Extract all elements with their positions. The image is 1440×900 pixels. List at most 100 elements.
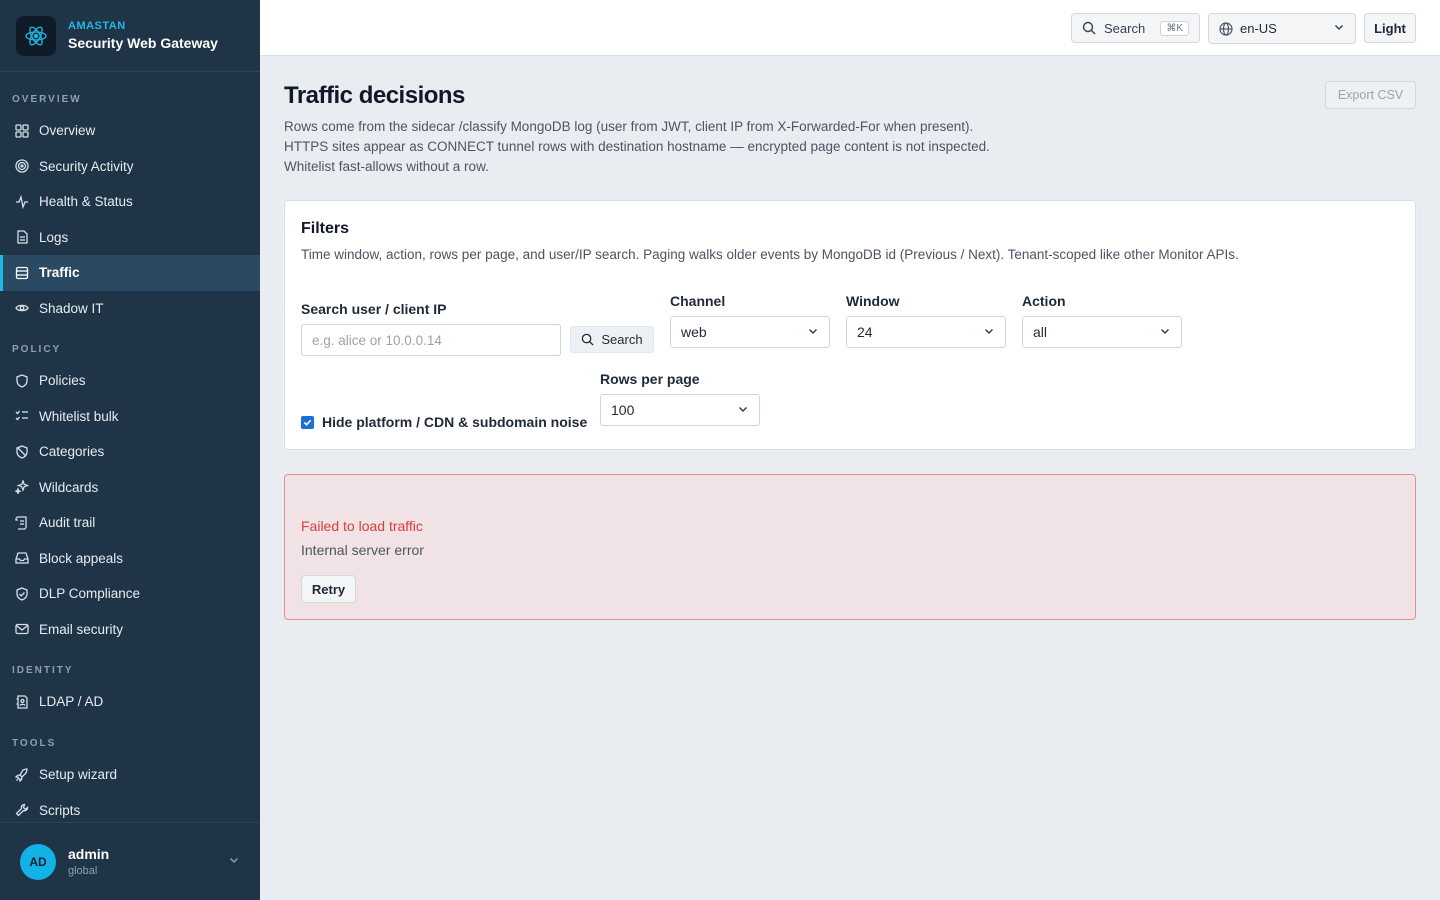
sidebar-item-label: Scripts — [39, 802, 81, 818]
nav-section-tools: TOOLS — [12, 738, 57, 749]
window-label: Window — [846, 293, 900, 309]
search-button-label: Search — [601, 332, 643, 347]
error-panel: Failed to load traffic Internal server e… — [284, 474, 1416, 620]
avatar: AD — [20, 843, 56, 880]
search-icon — [581, 333, 594, 346]
main-content: Traffic decisions Export CSV Rows come f… — [260, 56, 1440, 900]
sidebar-item-policies[interactable]: Policies — [0, 363, 260, 399]
user-name: admin — [68, 846, 110, 862]
sidebar-item-label: Logs — [39, 229, 69, 245]
search-user-label: Search user / client IP — [301, 301, 447, 317]
filters-card: Filters Time window, action, rows per pa… — [284, 200, 1416, 450]
window-value: 24 — [857, 324, 873, 340]
sidebar-item-label: LDAP / AD — [39, 694, 104, 710]
chevron-down-icon — [228, 853, 240, 871]
address-book-icon — [14, 694, 30, 710]
chevron-down-icon — [807, 324, 819, 340]
sidebar-item-label: DLP Compliance — [39, 586, 141, 602]
theme-toggle-button[interactable]: Light — [1364, 13, 1416, 43]
eye-icon — [14, 300, 30, 316]
sidebar-item-label: Categories — [39, 444, 105, 460]
sparkle-icon — [14, 479, 30, 495]
document-icon — [14, 229, 30, 245]
search-button[interactable]: Search — [570, 326, 654, 353]
sidebar-item-health-status[interactable]: Health & Status — [0, 184, 260, 220]
locale-select[interactable]: en-US — [1208, 13, 1356, 44]
search-shortcut: ⌘K — [1160, 20, 1189, 36]
brand-product: Security Web Gateway — [68, 35, 218, 51]
sidebar-item-overview[interactable]: Overview — [0, 113, 260, 149]
sidebar-item-label: Security Activity — [39, 158, 134, 174]
shield-icon — [14, 373, 30, 389]
sidebar-item-label: Policies — [39, 373, 86, 389]
nav-section-overview: OVERVIEW — [12, 94, 82, 105]
chevron-down-icon — [1333, 21, 1345, 36]
chevron-down-icon — [737, 402, 749, 418]
export-csv-button[interactable]: Export CSV — [1325, 81, 1416, 109]
sidebar-item-shadow-it[interactable]: Shadow IT — [0, 291, 260, 327]
sidebar-item-logs[interactable]: Logs — [0, 220, 260, 256]
channel-select[interactable]: web — [670, 316, 830, 348]
page-description-line: Whitelist fast-allows without a row. — [284, 159, 489, 174]
hide-noise-checkbox[interactable] — [301, 415, 314, 429]
sidebar-item-dlp-compliance[interactable]: DLP Compliance — [0, 576, 260, 612]
action-select[interactable]: all — [1022, 316, 1182, 348]
sidebar-item-label: Wildcards — [39, 479, 99, 495]
filters-description: Time window, action, rows per page, and … — [301, 247, 1239, 262]
sidebar-item-categories[interactable]: Categories — [0, 434, 260, 470]
sidebar-item-block-appeals[interactable]: Block appeals — [0, 541, 260, 577]
brand[interactable]: AMASTAN Security Web Gateway — [0, 0, 260, 72]
topbar: Search ⌘K en-US Light — [260, 0, 1440, 56]
channel-label: Channel — [670, 293, 726, 309]
global-search-button[interactable]: Search ⌘K — [1071, 13, 1200, 43]
sidebar-item-label: Block appeals — [39, 550, 124, 566]
sidebar-item-label: Audit trail — [39, 515, 96, 531]
wrench-icon — [14, 802, 30, 818]
globe-icon — [1219, 21, 1233, 36]
shield-check-icon — [14, 586, 30, 602]
hide-noise-label: Hide platform / CDN & subdomain noise — [322, 414, 588, 430]
user-menu[interactable]: AD admin global — [0, 822, 260, 900]
sidebar-item-label: Traffic — [39, 265, 80, 281]
grid-icon — [14, 123, 30, 139]
sidebar-item-label: Setup wizard — [39, 767, 118, 783]
search-user-input[interactable]: e.g. alice or 10.0.0.14 — [301, 324, 561, 356]
sidebar-item-label: Health & Status — [39, 194, 133, 210]
rows-per-page-label: Rows per page — [600, 371, 700, 387]
page-description-line: HTTPS sites appear as CONNECT tunnel row… — [284, 139, 990, 154]
sidebar-item-audit-trail[interactable]: Audit trail — [0, 505, 260, 541]
action-value: all — [1033, 324, 1048, 340]
checklist-icon — [14, 408, 30, 424]
inbox-icon — [14, 550, 30, 566]
sidebar-item-traffic[interactable]: Traffic — [0, 255, 260, 291]
user-scope: global — [68, 865, 98, 877]
page-description: Rows come from the sidecar /classify Mon… — [284, 117, 990, 177]
retry-button[interactable]: Retry — [301, 575, 356, 603]
hide-noise-checkbox-row[interactable]: Hide platform / CDN & subdomain noise — [301, 414, 587, 430]
sidebar-item-wildcards[interactable]: Wildcards — [0, 470, 260, 506]
sidebar-item-setup-wizard[interactable]: Setup wizard — [0, 757, 260, 793]
list-icon — [14, 265, 30, 281]
brand-org: AMASTAN — [68, 20, 126, 32]
window-select[interactable]: 24 — [846, 316, 1006, 348]
sidebar-item-email-security[interactable]: Email security — [0, 612, 260, 648]
scroll-icon — [14, 515, 30, 531]
sidebar-item-whitelist-bulk[interactable]: Whitelist bulk — [0, 399, 260, 435]
error-message: Internal server error — [301, 542, 424, 558]
sidebar-item-ldap-ad[interactable]: LDAP / AD — [0, 684, 260, 720]
pulse-icon — [14, 194, 30, 210]
sidebar-item-security-activity[interactable]: Security Activity — [0, 149, 260, 185]
sidebar-item-label: Email security — [39, 621, 124, 637]
mail-icon — [14, 621, 30, 637]
rocket-icon — [14, 767, 30, 783]
page-title: Traffic decisions — [284, 82, 465, 109]
error-title: Failed to load traffic — [301, 518, 423, 534]
action-label: Action — [1022, 293, 1066, 309]
sidebar-item-label: Shadow IT — [39, 300, 104, 316]
locale-value: en-US — [1240, 21, 1277, 36]
shield-slash-icon — [14, 444, 30, 460]
chevron-down-icon — [1159, 324, 1171, 340]
rows-per-page-select[interactable]: 100 — [600, 394, 760, 426]
global-search-label: Search — [1104, 20, 1146, 36]
sidebar-item-label: Whitelist bulk — [39, 408, 119, 424]
